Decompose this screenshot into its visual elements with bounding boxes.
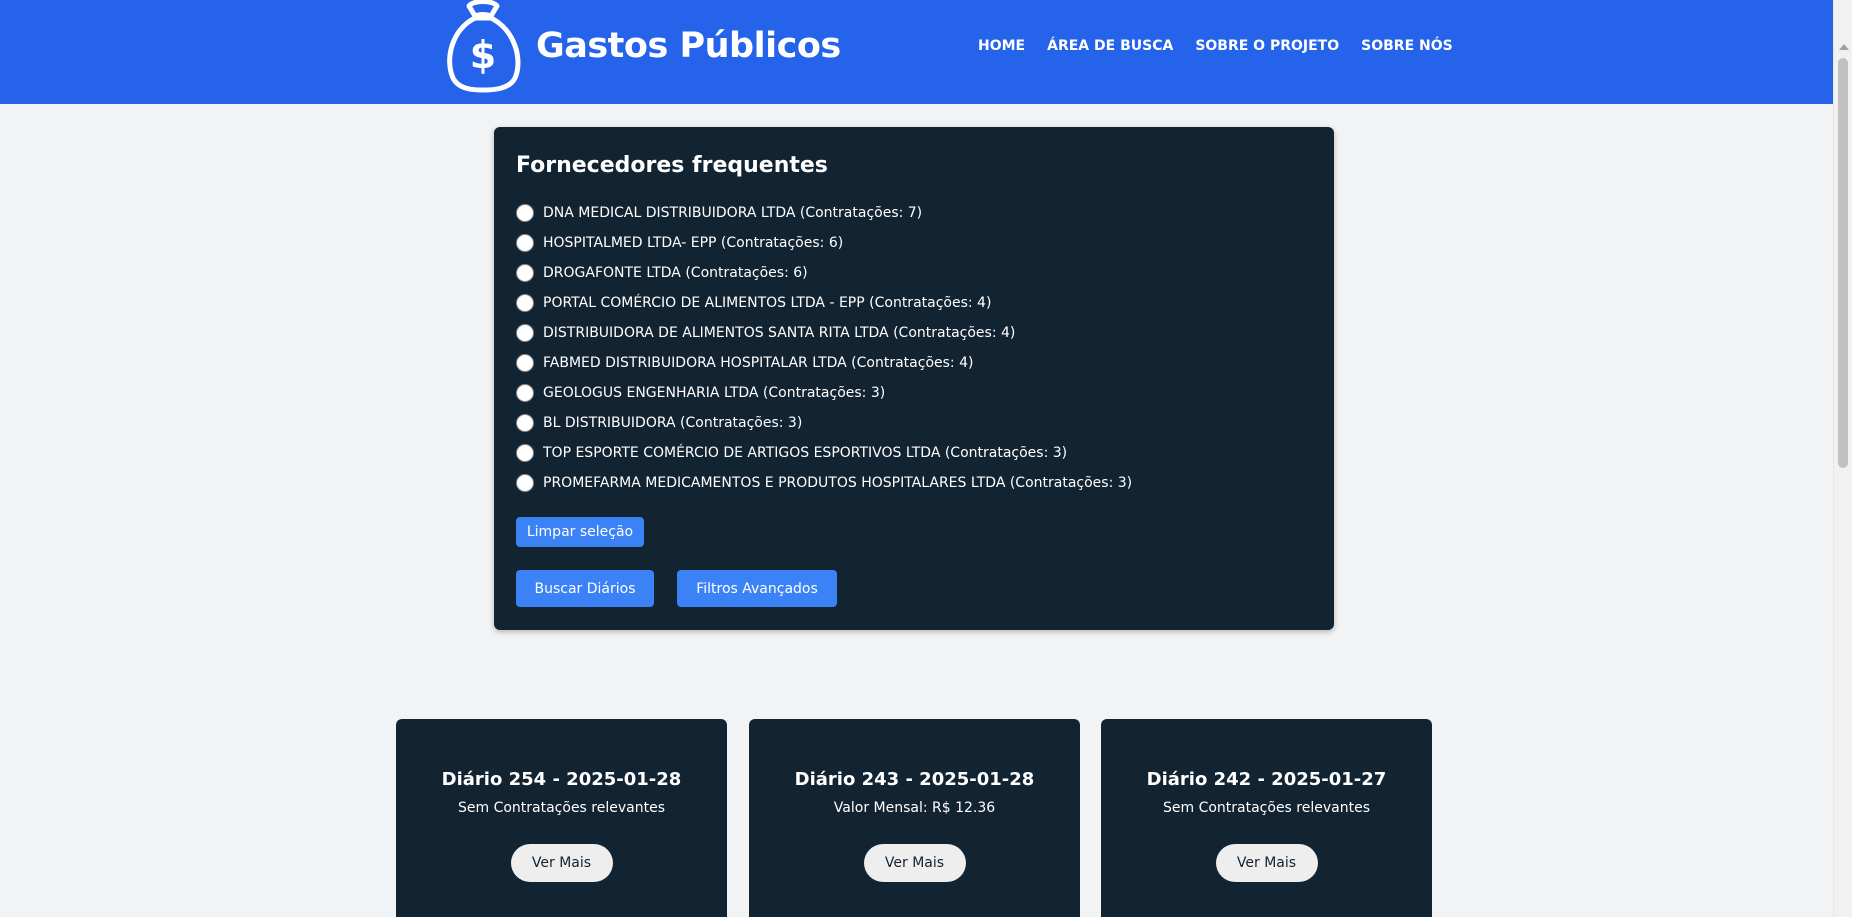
nav-search-area[interactable]: ÁREA DE BUSCA [1047,38,1173,54]
supplier-option[interactable]: HOSPITALMED LTDA- EPP (Contratações: 6) [516,228,1312,258]
supplier-label: HOSPITALMED LTDA- EPP (Contratações: 6) [543,235,844,251]
diary-card-subtitle: Valor Mensal: R$ 12.36 [833,800,996,816]
diary-card-title: Diário 254 - 2025-01-28 [441,769,682,790]
radio-button[interactable] [516,474,534,492]
radio-button[interactable] [516,444,534,462]
supplier-option[interactable]: BL DISTRIBUIDORA (Contratações: 3) [516,408,1312,438]
diary-card-title: Diário 243 - 2025-01-28 [794,769,1035,790]
radio-button[interactable] [516,354,534,372]
site-header: $ Gastos Públicos HOME ÁREA DE BUSCA SOB… [0,0,1833,104]
svg-text:$: $ [470,33,496,77]
supplier-option[interactable]: GEOLOGUS ENGENHARIA LTDA (Contratações: … [516,378,1312,408]
radio-button[interactable] [516,414,534,432]
supplier-label: GEOLOGUS ENGENHARIA LTDA (Contratações: … [543,385,886,401]
see-more-button[interactable]: Ver Mais [863,844,966,882]
supplier-label: DISTRIBUIDORA DE ALIMENTOS SANTA RITA LT… [543,325,1016,341]
supplier-filter-panel: Fornecedores frequentes DNA MEDICAL DIST… [494,127,1334,630]
supplier-label: FABMED DISTRIBUIDORA HOSPITALAR LTDA (Co… [543,355,974,371]
supplier-label: DNA MEDICAL DISTRIBUIDORA LTDA (Contrata… [543,205,923,221]
scroll-thumb[interactable] [1838,58,1848,468]
supplier-list: DNA MEDICAL DISTRIBUIDORA LTDA (Contrata… [516,198,1312,498]
supplier-label: PORTAL COMÉRCIO DE ALIMENTOS LTDA - EPP … [543,295,992,311]
scroll-up-arrow-icon[interactable] [1839,44,1849,50]
money-bag-icon[interactable]: $ [445,0,521,94]
supplier-option[interactable]: PROMEFARMA MEDICAMENTOS E PRODUTOS HOSPI… [516,468,1312,498]
supplier-option[interactable]: TOP ESPORTE COMÉRCIO DE ARTIGOS ESPORTIV… [516,438,1312,468]
search-diaries-button[interactable]: Buscar Diários [516,570,654,607]
see-more-button[interactable]: Ver Mais [510,844,613,882]
radio-button[interactable] [516,264,534,282]
radio-button[interactable] [516,324,534,342]
nav-home[interactable]: HOME [978,38,1025,54]
radio-button[interactable] [516,204,534,222]
nav-about-us[interactable]: SOBRE NÓS [1361,38,1453,54]
supplier-option[interactable]: DROGAFONTE LTDA (Contratações: 6) [516,258,1312,288]
main-nav: HOME ÁREA DE BUSCA SOBRE O PROJETO SOBRE… [978,38,1475,54]
brand-title[interactable]: Gastos Públicos [536,26,841,66]
diary-card-title: Diário 242 - 2025-01-27 [1146,769,1387,790]
supplier-option[interactable]: DNA MEDICAL DISTRIBUIDORA LTDA (Contrata… [516,198,1312,228]
diary-card: Diário 243 - 2025-01-28 Valor Mensal: R$… [749,719,1080,917]
advanced-filters-button[interactable]: Filtros Avançados [677,570,837,607]
nav-about-project[interactable]: SOBRE O PROJETO [1195,38,1339,54]
supplier-label: BL DISTRIBUIDORA (Contratações: 3) [543,415,803,431]
diary-card: Diário 242 - 2025-01-27 Sem Contratações… [1101,719,1432,917]
panel-title: Fornecedores frequentes [516,153,828,178]
diary-card: Diário 254 - 2025-01-28 Sem Contratações… [396,719,727,917]
page-scrollbar[interactable] [1833,0,1852,917]
radio-button[interactable] [516,234,534,252]
supplier-option[interactable]: FABMED DISTRIBUIDORA HOSPITALAR LTDA (Co… [516,348,1312,378]
radio-button[interactable] [516,294,534,312]
see-more-button[interactable]: Ver Mais [1215,844,1318,882]
supplier-label: DROGAFONTE LTDA (Contratações: 6) [543,265,808,281]
supplier-option[interactable]: DISTRIBUIDORA DE ALIMENTOS SANTA RITA LT… [516,318,1312,348]
diary-card-subtitle: Sem Contratações relevantes [457,800,665,816]
radio-button[interactable] [516,384,534,402]
supplier-label: PROMEFARMA MEDICAMENTOS E PRODUTOS HOSPI… [543,475,1133,491]
supplier-label: TOP ESPORTE COMÉRCIO DE ARTIGOS ESPORTIV… [543,445,1068,461]
clear-selection-button[interactable]: Limpar seleção [516,517,644,547]
diary-card-subtitle: Sem Contratações relevantes [1162,800,1370,816]
supplier-option[interactable]: PORTAL COMÉRCIO DE ALIMENTOS LTDA - EPP … [516,288,1312,318]
